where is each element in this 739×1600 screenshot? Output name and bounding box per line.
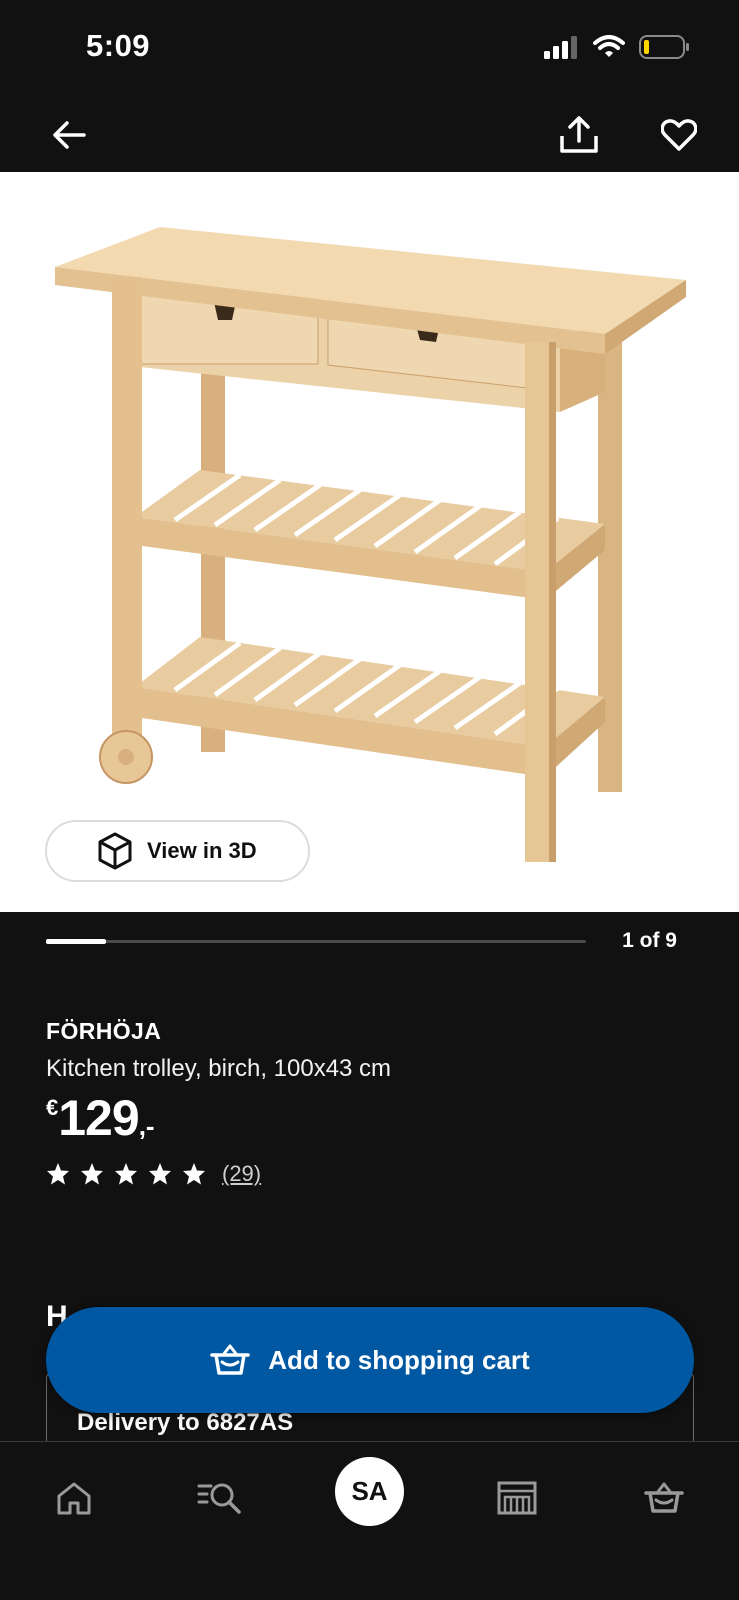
star-icon	[115, 1163, 137, 1185]
back-arrow-icon	[53, 121, 86, 149]
view-in-3d-button[interactable]: View in 3D	[45, 820, 310, 882]
heart-icon	[661, 119, 697, 151]
add-to-cart-label: Add to shopping cart	[268, 1344, 530, 1375]
share-icon	[560, 116, 598, 153]
price-currency: €	[46, 1095, 59, 1120]
carousel-track	[46, 939, 586, 944]
nav-cart[interactable]	[634, 1468, 694, 1528]
basket-icon	[210, 1344, 251, 1375]
carousel-progress-fill	[46, 939, 106, 944]
product-image	[55, 227, 686, 862]
star-icon	[81, 1163, 103, 1185]
bottom-nav: SA	[0, 1441, 739, 1600]
price-suffix: ,-	[138, 1111, 155, 1141]
nav-search[interactable]	[190, 1468, 250, 1528]
signal-icon	[543, 35, 579, 64]
price-value: 129	[58, 1090, 139, 1146]
nav-profile-avatar[interactable]: SA	[335, 1457, 404, 1526]
rating-stars	[46, 1162, 206, 1186]
battery-icon	[639, 34, 691, 65]
view-in-3d-label: View in 3D	[147, 838, 257, 863]
review-count-link[interactable]: (29)	[222, 1161, 261, 1187]
home-icon	[57, 1482, 91, 1515]
cube-icon	[98, 832, 132, 870]
image-carousel-progress: 1 of 9	[0, 912, 739, 982]
product-description: Kitchen trolley, birch, 100x43 cm	[46, 1055, 392, 1082]
back-button[interactable]	[44, 110, 94, 160]
top-nav	[0, 96, 739, 172]
star-icon	[47, 1163, 69, 1185]
profile-initials: SA	[351, 1476, 388, 1506]
basket-icon	[644, 1482, 684, 1513]
rating-row[interactable]: (29)	[46, 1161, 696, 1187]
nav-stores[interactable]	[487, 1468, 547, 1528]
store-icon	[497, 1481, 537, 1515]
product-price: € 129 ,-	[46, 1093, 696, 1143]
wifi-icon	[593, 35, 625, 64]
carousel-counter: 1 of 9	[622, 929, 677, 952]
product-name: FÖRHÖJA	[46, 1018, 162, 1044]
status-bar: 5:09	[0, 0, 739, 96]
status-time: 5:09	[86, 28, 151, 63]
search-list-icon	[197, 1483, 241, 1514]
product-image-carousel[interactable]: View in 3D	[0, 172, 739, 912]
nav-home[interactable]	[44, 1468, 104, 1528]
star-icon	[183, 1163, 205, 1185]
add-to-cart-button[interactable]: Add to shopping cart	[46, 1307, 694, 1413]
share-button[interactable]	[552, 108, 606, 162]
favorite-button[interactable]	[652, 108, 706, 162]
status-icons	[543, 34, 691, 65]
star-icon	[149, 1163, 171, 1185]
product-page: 5:09 View in 3D 1 of 9 FÖRHÖJA Kitchen t…	[0, 0, 739, 1600]
delivery-label: Delivery to 6827AS	[77, 1409, 294, 1436]
product-info: FÖRHÖJA Kitchen trolley, birch, 100x43 c…	[46, 1018, 696, 1187]
